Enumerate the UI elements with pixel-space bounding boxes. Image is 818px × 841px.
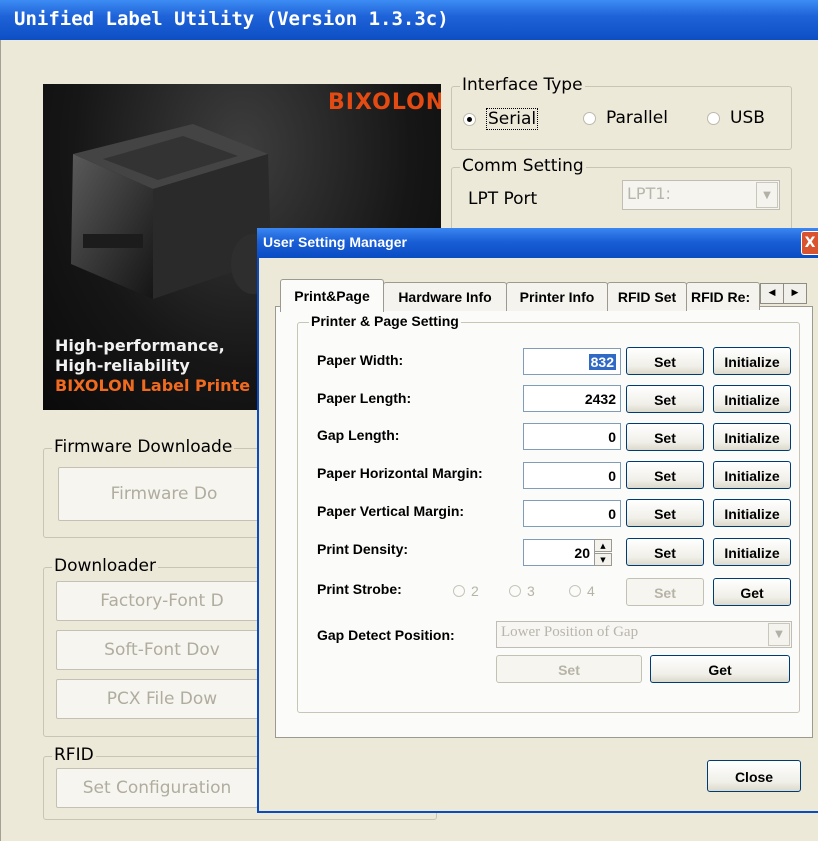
radio-dot-icon [583, 111, 596, 125]
paper-width-initialize-button[interactable]: Initialize [713, 347, 791, 375]
radio-parallel[interactable]: Parallel [583, 108, 668, 128]
tab-printer-info[interactable]: Printer Info [506, 282, 608, 311]
paper-width-value: 832 [588, 354, 616, 370]
gap-detect-get-button[interactable]: Get [650, 655, 790, 683]
strobe-radio-4[interactable]: 4 [569, 583, 595, 599]
gap-detect-set-button[interactable]: Set [496, 655, 642, 683]
chevron-right-icon[interactable]: ▶ [783, 283, 807, 304]
tab-rfid-set[interactable]: RFID Set [607, 282, 687, 311]
tab-print-page[interactable]: Print&Page [280, 279, 384, 312]
print-density-spinner: ▲ ▼ [594, 539, 612, 566]
spin-down-icon[interactable]: ▼ [594, 553, 612, 566]
firmware-download-button[interactable]: Firmware Do [58, 467, 270, 521]
paper-vertical-margin-initialize-button[interactable]: Initialize [713, 499, 791, 527]
strobe-radio-2[interactable]: 2 [453, 583, 479, 599]
paper-vertical-margin-input[interactable]: 0 [523, 500, 621, 527]
spin-up-icon[interactable]: ▲ [594, 539, 612, 552]
print-density-set-button[interactable]: Set [626, 538, 704, 566]
gap-detect-position-label: Gap Detect Position: [317, 627, 455, 643]
rfid-legend: RFID [52, 745, 96, 765]
print-density-label: Print Density: [317, 541, 409, 557]
soft-font-download-button[interactable]: Soft-Font Dov [56, 630, 268, 670]
print-density-initialize-button[interactable]: Initialize [713, 538, 791, 566]
tab-print-page-label: Print&Page [294, 288, 370, 304]
strobe-set-button[interactable]: Set [626, 578, 704, 606]
strobe-3-label: 3 [527, 583, 535, 599]
radio-serial-label: Serial [486, 108, 539, 130]
strobe-get-button[interactable]: Get [713, 578, 791, 606]
lpt-port-select[interactable]: LPT1: ▼ [622, 180, 780, 210]
paper-length-label: Paper Length: [317, 390, 412, 406]
radio-dot-icon [569, 585, 581, 597]
print-strobe-label: Print Strobe: [317, 581, 402, 597]
factory-font-label: Factory-Font D [100, 591, 224, 611]
paper-width-set-button[interactable]: Set [626, 347, 704, 375]
gap-length-label: Gap Length: [317, 427, 400, 443]
dialog-title-bar[interactable]: User Setting Manager X [257, 228, 818, 258]
chevron-down-icon: ▼ [756, 182, 778, 208]
paper-length-initialize-button[interactable]: Initialize [713, 385, 791, 413]
tab-hardware-info-label: Hardware Info [398, 289, 492, 305]
paper-length-input[interactable]: 2432 [523, 385, 621, 412]
radio-dot-icon [463, 112, 476, 126]
tab-printer-info-label: Printer Info [519, 289, 595, 305]
printer-page-setting-legend: Printer & Page Setting [309, 313, 461, 329]
strobe-radio-3[interactable]: 3 [509, 583, 535, 599]
gap-length-initialize-button[interactable]: Initialize [713, 423, 791, 451]
set-configuration-button[interactable]: Set Configuration [56, 768, 258, 808]
close-icon[interactable]: X [801, 231, 818, 255]
paper-horizontal-margin-set-button[interactable]: Set [626, 461, 704, 489]
promo-line-3: BIXOLON Label Printe [55, 376, 251, 395]
gap-length-set-button[interactable]: Set [626, 423, 704, 451]
promo-line-2: High-reliability [55, 356, 190, 375]
gap-length-input[interactable]: 0 [523, 423, 621, 450]
radio-dot-icon [707, 111, 720, 125]
gap-detect-position-value: Lower Position of Gap [501, 624, 639, 640]
radio-usb-label: USB [730, 108, 765, 128]
tab-rfid-read[interactable]: RFID Re: [686, 282, 760, 310]
radio-usb[interactable]: USB [707, 108, 765, 128]
main-title-bar[interactable]: Unified Label Utility (Version 1.3.3c) [0, 0, 818, 40]
radio-serial[interactable]: Serial [463, 108, 539, 130]
gap-detect-position-select[interactable]: Lower Position of Gap ▼ [496, 621, 792, 648]
paper-width-label: Paper Width: [317, 352, 404, 368]
pcx-file-label: PCX File Dow [106, 689, 218, 709]
paper-length-set-button[interactable]: Set [626, 385, 704, 413]
strobe-4-label: 4 [587, 583, 595, 599]
tab-rfid-read-label: RFID Re: [691, 289, 751, 305]
print-density-input[interactable]: 20 [523, 539, 595, 566]
firmware-download-label: Firmware Do [110, 484, 218, 504]
dialog-title: User Setting Manager [263, 234, 407, 250]
brand-logo: BIXOLON [328, 90, 441, 115]
paper-horizontal-margin-label: Paper Horizontal Margin: [317, 465, 483, 481]
main-window-title: Unified Label Utility (Version 1.3.3c) [14, 8, 449, 30]
paper-vertical-margin-set-button[interactable]: Set [626, 499, 704, 527]
paper-vertical-margin-label: Paper Vertical Margin: [317, 503, 465, 519]
lpt-port-label: LPT Port [468, 189, 538, 209]
comm-setting-legend: Comm Setting [460, 156, 586, 176]
pcx-file-download-button[interactable]: PCX File Dow [56, 679, 268, 719]
radio-parallel-label: Parallel [606, 108, 668, 128]
interface-type-legend: Interface Type [460, 75, 585, 95]
promo-line-1: High-performance, [55, 336, 225, 355]
soft-font-label: Soft-Font Dov [104, 640, 220, 660]
factory-font-download-button[interactable]: Factory-Font D [56, 581, 268, 621]
chevron-down-icon: ▼ [768, 623, 790, 646]
downloader-legend: Downloader [52, 556, 158, 576]
radio-dot-icon [453, 585, 465, 597]
tab-rfid-set-label: RFID Set [617, 289, 677, 305]
paper-horizontal-margin-input[interactable]: 0 [523, 462, 621, 489]
lpt-port-value: LPT1: [627, 184, 671, 203]
tab-scroll-arrows: ◀ ▶ [760, 283, 808, 304]
close-button[interactable]: Close [707, 760, 801, 792]
firmware-downloader-legend: Firmware Downloade [52, 437, 235, 457]
tab-hardware-info[interactable]: Hardware Info [383, 282, 507, 311]
strobe-2-label: 2 [471, 583, 479, 599]
chevron-left-icon[interactable]: ◀ [760, 283, 784, 304]
set-configuration-label: Set Configuration [82, 778, 232, 798]
paper-horizontal-margin-initialize-button[interactable]: Initialize [713, 461, 791, 489]
paper-width-input[interactable]: 832 [523, 348, 621, 375]
radio-dot-icon [509, 585, 521, 597]
